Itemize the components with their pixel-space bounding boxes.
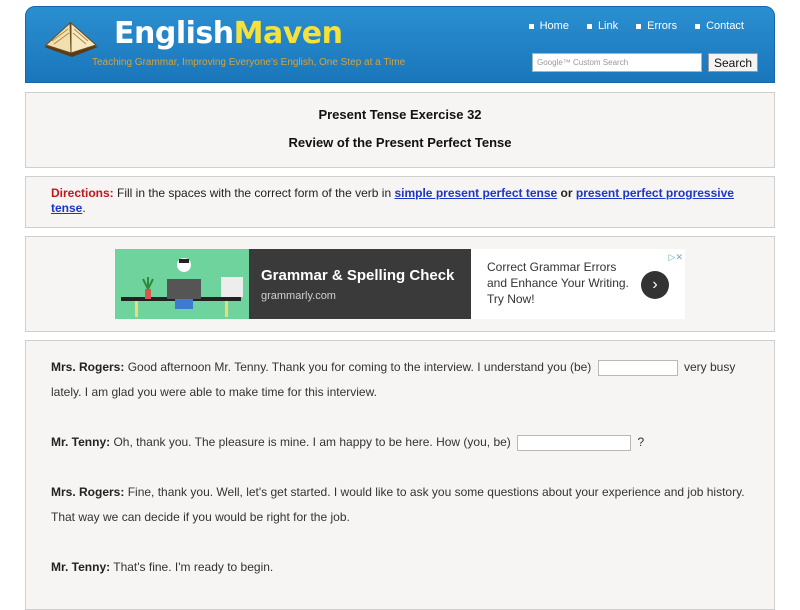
directions-or: or bbox=[557, 186, 576, 200]
nav-errors[interactable]: Errors bbox=[636, 20, 677, 32]
nav-errors-label: Errors bbox=[647, 20, 678, 32]
top-nav: Home Link Errors Contact bbox=[528, 20, 744, 32]
speaker-label: Mrs. Rogers: bbox=[51, 485, 125, 499]
link-simple-present-perfect[interactable]: simple present perfect tense bbox=[394, 186, 557, 200]
dialogue-text: Fine, thank you. Well, let's get started… bbox=[51, 485, 745, 524]
speaker-label: Mr. Tenny: bbox=[51, 560, 111, 574]
square-bullet-icon bbox=[695, 23, 701, 29]
ad-headline-panel: Grammar & Spelling Check grammarly.com bbox=[249, 249, 471, 319]
square-bullet-icon bbox=[528, 23, 534, 29]
site-logo[interactable]: EnglishMaven bbox=[114, 16, 343, 51]
chevron-right-icon[interactable]: › bbox=[641, 271, 669, 299]
page-title: Present Tense Exercise 32 bbox=[318, 107, 482, 122]
square-bullet-icon bbox=[586, 23, 592, 29]
search-placeholder: Google™ Custom Search bbox=[537, 58, 629, 67]
speaker-label: Mr. Tenny: bbox=[51, 435, 111, 449]
dialogue-line-4: Mr. Tenny: That's fine. I'm ready to beg… bbox=[51, 555, 749, 580]
site-tagline: Teaching Grammar, Improving Everyone's E… bbox=[92, 57, 406, 68]
answer-blank-1[interactable] bbox=[597, 359, 678, 376]
ad-container: Grammar & Spelling Check grammarly.com C… bbox=[25, 236, 775, 332]
exercise-content: Mrs. Rogers: Good afternoon Mr. Tenny. T… bbox=[25, 340, 775, 610]
logo-english: English bbox=[114, 16, 234, 51]
logo-maven: Maven bbox=[233, 16, 343, 51]
book-logo-icon bbox=[44, 21, 98, 57]
nav-home[interactable]: Home bbox=[528, 20, 569, 32]
ad-headline: Grammar & Spelling Check bbox=[261, 267, 455, 284]
ad-banner[interactable]: Grammar & Spelling Check grammarly.com C… bbox=[115, 249, 685, 319]
ad-body-panel: Correct Grammar Errors and Enhance Your … bbox=[471, 249, 685, 319]
search-input[interactable]: Google™ Custom Search bbox=[532, 53, 702, 72]
square-bullet-icon bbox=[636, 23, 642, 29]
ad-url: grammarly.com bbox=[261, 290, 336, 302]
dialogue-text: That's fine. I'm ready to begin. bbox=[110, 560, 274, 574]
speaker-label: Mrs. Rogers: bbox=[51, 360, 125, 374]
ad-body: Correct Grammar Errors and Enhance Your … bbox=[487, 260, 629, 306]
nav-link[interactable]: Link bbox=[586, 20, 619, 32]
answer-blank-2[interactable] bbox=[517, 434, 632, 451]
dialogue-line-1: Mrs. Rogers: Good afternoon Mr. Tenny. T… bbox=[51, 355, 749, 405]
directions-label: Directions: bbox=[51, 186, 114, 200]
nav-contact-label: Contact bbox=[706, 20, 744, 32]
site-header: EnglishMaven Teaching Grammar, Improving… bbox=[25, 6, 775, 83]
dialogue-text: ? bbox=[634, 435, 645, 449]
search-bar: Google™ Custom Search Search bbox=[532, 53, 759, 72]
adchoices-icon[interactable]: ▷✕ bbox=[669, 249, 683, 265]
directions-box: Directions: Fill in the spaces with the … bbox=[25, 176, 775, 228]
dialogue-line-2: Mr. Tenny: Oh, thank you. The pleasure i… bbox=[51, 430, 749, 455]
dialogue-text: Oh, thank you. The pleasure is mine. I a… bbox=[110, 435, 515, 449]
exercise-title-box: Present Tense Exercise 32 Review of the … bbox=[25, 92, 775, 168]
page-subtitle: Review of the Present Perfect Tense bbox=[288, 135, 512, 150]
person-at-desk-icon bbox=[121, 258, 243, 317]
directions-text: Fill in the spaces with the correct form… bbox=[113, 186, 395, 200]
directions-end: . bbox=[82, 201, 86, 215]
nav-contact[interactable]: Contact bbox=[695, 20, 744, 32]
nav-home-label: Home bbox=[539, 20, 569, 32]
search-button[interactable]: Search bbox=[708, 53, 759, 72]
ad-illustration bbox=[115, 249, 249, 319]
dialogue-line-3: Mrs. Rogers: Fine, thank you. Well, let'… bbox=[51, 480, 749, 530]
dialogue-text: Good afternoon Mr. Tenny. Thank you for … bbox=[124, 360, 595, 374]
nav-link-label: Link bbox=[597, 20, 619, 32]
